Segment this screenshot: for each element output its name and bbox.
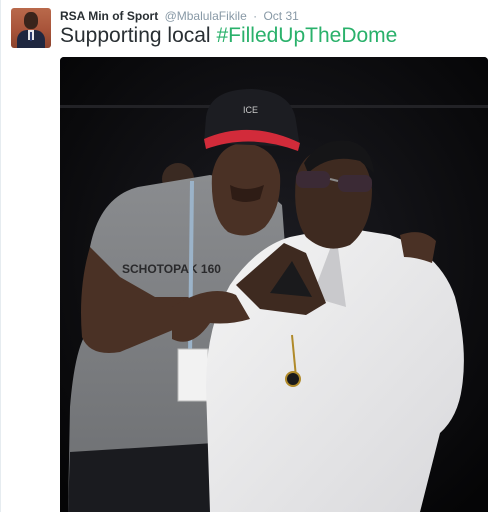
avatar-tie-shape (30, 32, 32, 41)
left-man-jeans (68, 442, 230, 512)
cap-emblem-text: ICE (243, 105, 258, 115)
author-handle[interactable]: @MbalulaFikile (165, 9, 247, 23)
photo-illustration: SCHOTOPAK 160 ICE (60, 57, 488, 512)
hashtag-link[interactable]: #FilledUpTheDome (216, 24, 397, 47)
author-name[interactable]: RSA Min of Sport (60, 9, 158, 23)
author-avatar[interactable] (11, 8, 51, 48)
sunglasses-left-lens (296, 171, 330, 188)
tweet-card: RSA Min of Sport @MbalulaFikile · Oct 31… (0, 0, 494, 512)
tshirt-print-text: SCHOTOPAK 160 (122, 262, 221, 276)
accreditation-badge (177, 348, 209, 402)
tweet-photo[interactable]: SCHOTOPAK 160 ICE (60, 57, 488, 512)
necklace-pendant (285, 371, 301, 387)
header-separator: · (253, 9, 258, 23)
avatar-face-shape (24, 12, 38, 29)
tweet-text: Supporting local #FilledUpTheDome (60, 23, 397, 49)
tweet-header: RSA Min of Sport @MbalulaFikile · Oct 31 (60, 8, 299, 24)
sunglasses-right-lens (338, 175, 372, 192)
tweet-text-body: Supporting local (60, 24, 217, 47)
tweet-timestamp[interactable]: Oct 31 (263, 9, 298, 23)
